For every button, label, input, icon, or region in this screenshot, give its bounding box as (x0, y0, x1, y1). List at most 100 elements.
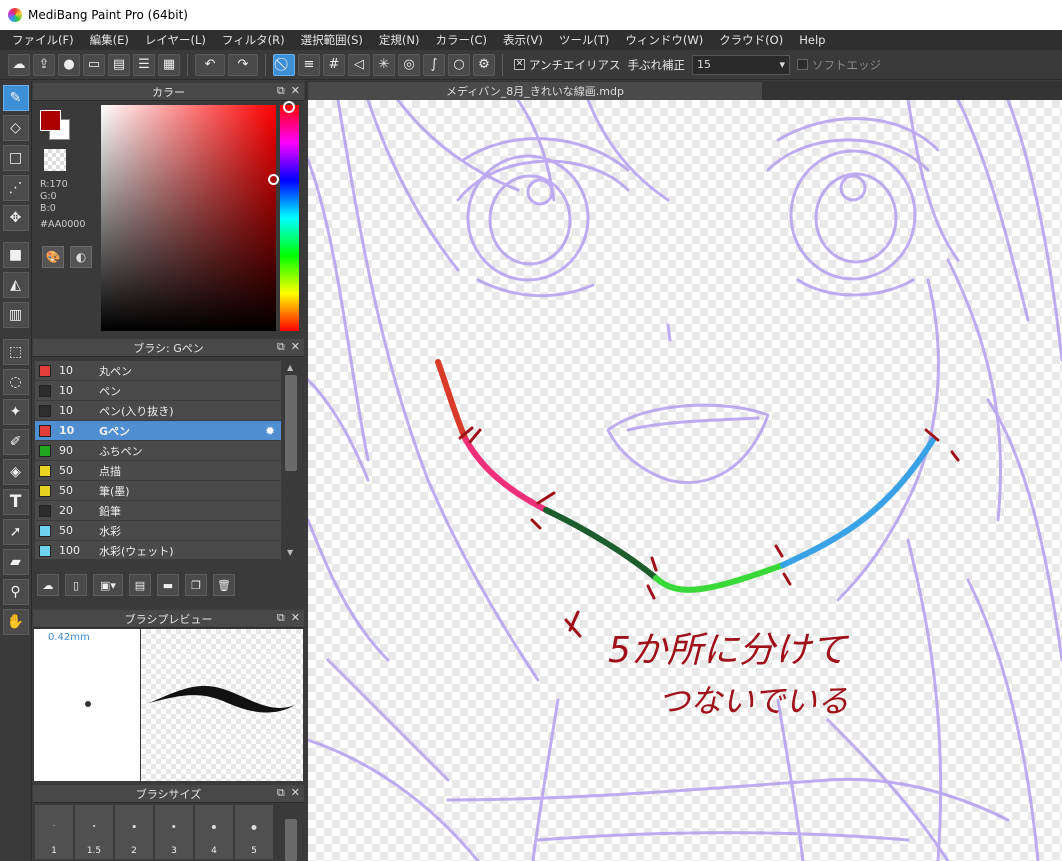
magic-wand-tool-icon[interactable]: ✦ (2, 399, 29, 425)
menu-help[interactable]: Help (791, 33, 833, 47)
brush-size-cell[interactable]: 4 (195, 805, 233, 859)
curve-snap-icon[interactable]: ∫ (423, 53, 445, 76)
redo-icon[interactable]: ↷ (228, 53, 258, 76)
cloud-download-icon[interactable]: ☁ (37, 574, 59, 596)
scroll-up-icon[interactable]: ▲ (287, 363, 293, 372)
radial-snap-icon[interactable]: ✳ (373, 53, 395, 76)
stabilizer-select[interactable]: 15 ▾ (692, 54, 791, 75)
drawing-canvas[interactable]: 5か所に分けて つないでいる (308, 100, 1062, 861)
grid-snap-icon[interactable]: # (323, 53, 345, 76)
brush-row[interactable]: 90 ふちペン (35, 441, 281, 461)
page-icon[interactable]: ▤ (108, 53, 130, 76)
folder-icon[interactable]: ▬ (157, 574, 179, 596)
perspective-snap-icon[interactable]: ◁ (348, 53, 370, 76)
undock-icon[interactable]: ⧉ (277, 786, 285, 800)
palette-icon[interactable]: 🎨 (42, 246, 64, 268)
brush-size-cell[interactable]: 2 (115, 805, 153, 859)
brush-size-cell[interactable]: 1.5 (75, 805, 113, 859)
hue-slider[interactable] (280, 105, 299, 331)
close-icon[interactable]: ✕ (291, 84, 300, 98)
soft-edge-toggle[interactable]: ソフトエッジ (797, 57, 881, 73)
brush-list-scrollbar[interactable]: ▲ ▼ (283, 361, 299, 559)
brush-row[interactable]: 50 水彩 (35, 521, 281, 541)
menu-filter[interactable]: フィルタ(R) (214, 32, 293, 48)
undock-icon[interactable]: ⧉ (277, 340, 285, 354)
speech-bubble-icon[interactable]: ● (58, 53, 80, 76)
select-pen-tool-icon[interactable]: ✐ (2, 429, 29, 455)
text-tool-icon[interactable]: T (2, 489, 29, 515)
sv-picker-handle[interactable] (268, 174, 279, 185)
close-icon[interactable]: ✕ (291, 786, 300, 800)
brush-row[interactable]: 10 ペン (35, 381, 281, 401)
concentric-snap-icon[interactable]: ◎ (398, 53, 420, 76)
menu-edit[interactable]: 編集(E) (82, 32, 137, 48)
brush-row[interactable]: 100 水彩(ウェット) (35, 541, 281, 559)
eraser-tool-icon[interactable]: ◇ (2, 115, 29, 141)
list-icon[interactable]: ☰ (133, 53, 155, 76)
undock-icon[interactable]: ⧉ (277, 84, 285, 98)
circle-snap-icon[interactable]: ○ (448, 53, 470, 76)
color-wheel-icon[interactable]: ◐ (70, 246, 92, 268)
antialias-toggle[interactable]: ✕ アンチエイリアス (514, 57, 621, 73)
duplicate-icon[interactable]: ❐ (185, 574, 207, 596)
gradient-tool-icon[interactable]: ▥ (2, 302, 29, 328)
brush-tool-icon[interactable]: ✎ (2, 85, 29, 111)
bucket-tool-icon[interactable]: ◭ (2, 272, 29, 298)
brush-gear-icon[interactable]: ✹ (265, 424, 275, 438)
dot-line-tool-icon[interactable]: ⋰ (2, 175, 29, 201)
select-eraser-tool-icon[interactable]: ◈ (2, 459, 29, 485)
select-tool-icon[interactable]: ⬚ (2, 339, 29, 365)
divide-tool-icon[interactable]: ▰ (2, 549, 29, 575)
brush-size-cell[interactable]: 5 (235, 805, 273, 859)
operation-tool-icon[interactable]: ➚ (2, 519, 29, 545)
document-tab[interactable]: メディバン_8月_きれいな線画.mdp (308, 82, 762, 100)
transparent-color-swatch[interactable] (44, 149, 66, 171)
menu-view[interactable]: 表示(V) (495, 32, 551, 48)
new-brush-icon[interactable]: ▯ (65, 574, 87, 596)
scrollbar-thumb[interactable] (285, 819, 297, 861)
fill-rectangle-tool-icon[interactable]: ■ (2, 242, 29, 268)
rectangle-tool-icon[interactable]: □ (2, 145, 29, 171)
snap-off-icon[interactable]: ⃠ (273, 53, 295, 76)
comment-icon[interactable]: ▭ (83, 53, 105, 76)
scrollbar-thumb[interactable] (285, 375, 297, 471)
brush-row[interactable]: 50 点描 (35, 461, 281, 481)
menu-layer[interactable]: レイヤー(L) (137, 32, 214, 48)
trash-icon[interactable]: 🗑 (213, 574, 235, 596)
brush-row[interactable]: 50 筆(墨) (35, 481, 281, 501)
move-tool-icon[interactable]: ✥ (2, 205, 29, 231)
scroll-down-icon[interactable]: ▼ (287, 548, 293, 557)
undock-icon[interactable]: ⧉ (277, 611, 285, 625)
menu-window[interactable]: ウィンドウ(W) (617, 32, 711, 48)
menu-cloud[interactable]: クラウド(O) (711, 32, 791, 48)
foreground-color-swatch[interactable] (40, 110, 61, 131)
snap-settings-gear-icon[interactable]: ⚙ (473, 53, 495, 76)
size-scrollbar[interactable] (283, 805, 299, 861)
cloud-save-icon[interactable]: ☁ (8, 53, 30, 76)
add-brush-dropdown-icon[interactable]: ▣▾ (93, 574, 123, 596)
menu-ruler[interactable]: 定規(N) (371, 32, 428, 48)
saturation-value-picker[interactable] (101, 105, 276, 331)
menu-color[interactable]: カラー(C) (427, 32, 495, 48)
eyedropper-tool-icon[interactable]: ⚲ (2, 579, 29, 605)
soft-edge-checkbox[interactable] (797, 59, 809, 70)
brush-row[interactable]: 20 鉛筆 (35, 501, 281, 521)
parallel-snap-icon[interactable]: ≡ (298, 53, 320, 76)
grid-check-icon[interactable]: ▦ (158, 53, 180, 76)
undo-icon[interactable]: ↶ (195, 53, 225, 76)
brush-row[interactable]: 10 ペン(入り抜き) (35, 401, 281, 421)
close-icon[interactable]: ✕ (291, 340, 300, 354)
lasso-tool-icon[interactable]: ◌ (2, 369, 29, 395)
brush-size-cell[interactable]: 3 (155, 805, 193, 859)
menu-file[interactable]: ファイル(F) (4, 32, 82, 48)
brush-size-cell[interactable]: 1 (35, 805, 73, 859)
hand-tool-icon[interactable]: ✋ (2, 609, 29, 635)
hue-slider-handle[interactable] (283, 101, 295, 113)
antialias-checkbox[interactable]: ✕ (514, 59, 525, 70)
brush-settings-icon[interactable]: ▤ (129, 574, 151, 596)
menu-tool[interactable]: ツール(T) (551, 32, 618, 48)
close-icon[interactable]: ✕ (291, 611, 300, 625)
share-icon[interactable]: ⇪ (33, 53, 55, 76)
menu-select[interactable]: 選択範囲(S) (293, 32, 371, 48)
brush-row[interactable]: 10 Gペン ✹ (35, 421, 281, 441)
